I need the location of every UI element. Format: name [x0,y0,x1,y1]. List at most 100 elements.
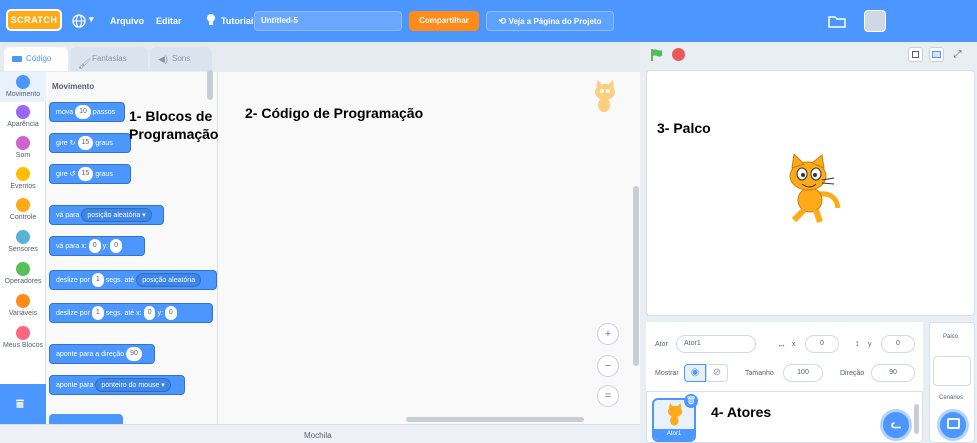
block-point-towards[interactable]: aponte para ponteiro do mouse ▾ [49,375,185,395]
cat-sprite[interactable] [778,154,842,224]
actor-label: Ator [655,341,668,348]
rotate-left-icon: ↺ [69,171,76,178]
block-dropdown[interactable]: posição aleatória [136,273,202,288]
direction-label: Direção [840,370,865,377]
block-dropdown[interactable]: posição aleatória ▾ [81,208,152,223]
size-label: Tamanho [745,370,774,377]
category-variables-label: Variáveis [8,310,38,317]
block-turn-right[interactable]: gire ↻ 15 graus [49,133,131,153]
block-text: segs. até x: [105,310,142,317]
block-text: segs. até [105,277,135,284]
large-stage-button[interactable] [929,47,944,62]
block-text: deslize por [56,277,90,284]
block-move[interactable]: mova 10 passos [49,102,125,122]
script-hscrollbar[interactable] [406,417,584,422]
avatar[interactable] [864,10,886,32]
y-input[interactable]: 0 [881,335,915,353]
script-area[interactable] [218,72,640,424]
tab-code[interactable]: Código [4,47,68,71]
backdrop-thumbnail[interactable] [933,356,971,386]
category-looks-label: Aparência [7,121,39,128]
zoom-out-icon: − [604,360,612,372]
category-myblocks[interactable]: Meus Blocos [0,326,46,349]
folder-icon[interactable] [828,14,846,28]
block-goto-xy[interactable]: vá para x: 0 y: 0 [49,236,145,256]
trash-icon: 🗑 [685,396,697,405]
x-input[interactable]: 0 [805,335,839,353]
show-hidden-button[interactable]: ⊘ [706,364,728,382]
tab-costumes[interactable]: 🖌 Fantasias [70,47,148,71]
block-turn-left[interactable]: gire ↺ 15 graus [49,164,131,184]
zoom-in-button[interactable]: + [597,323,619,345]
block-glide[interactable]: deslize por 1 segs. até posição aleatória [49,270,217,290]
green-flag-icon[interactable] [650,48,664,62]
fullscreen-button[interactable]: ⤢ [950,47,965,62]
block-input[interactable]: 0 [88,239,101,254]
edit-menu[interactable]: Editar [156,16,182,26]
block-input[interactable]: 0 [164,306,177,321]
block-input[interactable]: 10 [75,105,91,120]
block-input[interactable]: 15 [77,167,94,182]
code-icon [12,56,22,62]
category-control-label: Controle [9,214,37,221]
category-variables[interactable]: Variáveis [0,294,46,317]
block-text: mova [56,109,74,116]
category-events[interactable]: Eventos [0,167,46,190]
project-title-input[interactable]: Untitled-5 [254,11,402,31]
category-control[interactable]: Controle [0,198,46,221]
zoom-out-button[interactable]: − [597,355,619,377]
zoom-reset-button[interactable]: = [597,385,619,407]
block-text: vá para x: [56,243,87,250]
script-scrollbar[interactable] [633,186,639,366]
block-text: gire [56,171,68,178]
block-input[interactable]: 1 [91,306,104,321]
eye-slash-icon: ⊘ [712,367,722,378]
block-point-direction[interactable]: aponte para a direção 90 [49,344,155,364]
block-input[interactable]: 0 [110,239,123,254]
see-project-icon: ⟲ [498,16,509,26]
annotation-code: 2- Código de Programação [245,105,424,121]
backpack-bar[interactable]: Mochila [0,424,640,443]
block-input[interactable]: 0 [143,306,156,321]
show-visible-button[interactable]: ◉ [684,364,706,382]
annotation-blocks-line2: Programação [129,126,219,142]
block-dropdown[interactable]: ponteiro do mouse ▾ [95,378,171,393]
category-looks[interactable]: Aparência [0,105,46,128]
chevron-down-icon: ▾ [89,14,94,24]
file-menu[interactable]: Arquivo [110,16,144,26]
add-extension-button[interactable]: ⩸ [0,384,46,424]
direction-input[interactable]: 90 [871,364,915,382]
category-sound[interactable]: Som [0,136,46,159]
size-input[interactable]: 100 [783,364,823,382]
block-input[interactable]: 1 [91,273,104,288]
category-operators[interactable]: Operadores [0,262,46,285]
small-stage-button[interactable] [908,47,923,62]
tab-sounds[interactable]: ◀) Sons [150,47,212,71]
palette-scrollbar[interactable] [207,70,213,100]
block-goto[interactable]: vá para posição aleatória ▾ [49,205,164,225]
delete-sprite-button[interactable]: 🗑 [684,394,698,408]
share-button[interactable]: Compartilhar [409,11,479,31]
choose-sprite-button[interactable]: ᓚ [880,409,912,441]
scratch-logo[interactable]: SCRATCH [6,9,62,31]
zoom-in-icon: + [604,328,612,340]
sprite-name-input[interactable]: Ator1 [676,335,756,353]
choose-backdrop-button[interactable] [937,409,969,441]
language-menu[interactable]: ▾ [72,13,102,29]
category-sensing[interactable]: Sensores [0,230,46,253]
stop-button[interactable] [672,48,685,61]
block-input[interactable]: 90 [126,347,142,362]
block-input[interactable]: 15 [77,136,94,151]
category-events-label: Eventos [10,183,36,190]
category-motion[interactable]: Movimento [0,75,46,98]
sensing-dot [16,230,30,244]
stage-selector-label: Palco [943,334,959,340]
see-project-page-button[interactable]: ⟲ Veja a Página do Projeto [486,11,614,31]
block-partial[interactable] [49,414,123,424]
block-text: vá para [56,212,80,219]
category-operators-label: Operadores [4,278,42,285]
sprite-list-scrollbar[interactable] [914,404,919,434]
motion-dot [16,75,30,89]
annotation-blocks-line1: 1- Blocos de [129,108,213,124]
block-glide-xy[interactable]: deslize por 1 segs. até x: 0 y: 0 [49,303,213,323]
